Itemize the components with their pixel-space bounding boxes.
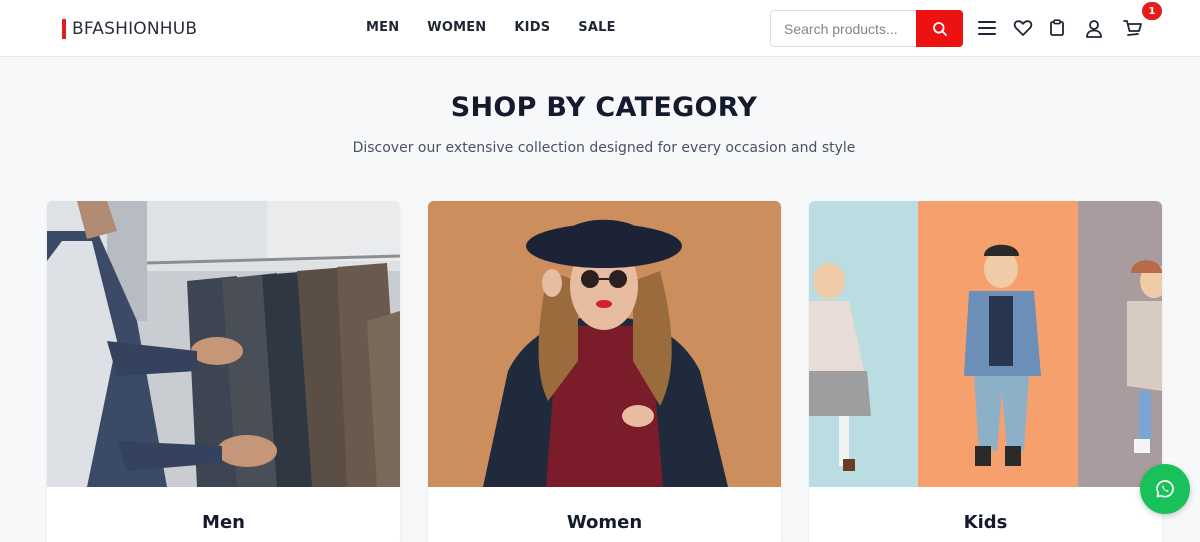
site-header: BFASHIONHUB MEN WOMEN KIDS SALE Search p…: [0, 0, 1200, 57]
main-nav: MEN WOMEN KIDS SALE: [366, 20, 644, 35]
clipboard-icon: [1050, 19, 1064, 36]
menu-icon: [978, 21, 996, 35]
search-input[interactable]: [770, 10, 916, 47]
nav-item-men[interactable]: MEN: [366, 20, 399, 35]
search-icon: [932, 21, 947, 36]
nav-item-women[interactable]: WOMEN: [427, 20, 486, 35]
user-icon: [1086, 19, 1102, 38]
account-button[interactable]: [1083, 17, 1105, 39]
heart-icon: [1013, 20, 1033, 36]
category-label-kids: Kids: [963, 512, 1008, 533]
category-card-women[interactable]: Women: [428, 201, 781, 542]
category-card-men[interactable]: Men: [47, 201, 400, 542]
wishlist-button[interactable]: [1012, 17, 1034, 39]
category-card-kids[interactable]: Kids: [809, 201, 1162, 542]
brand-name: BFASHIONHUB: [72, 19, 198, 39]
search-bar: [770, 10, 963, 47]
whatsapp-icon: [1156, 480, 1174, 498]
cart-button[interactable]: [1122, 17, 1144, 39]
section-title: SHOP BY CATEGORY: [450, 92, 758, 123]
category-label-men: Men: [202, 512, 245, 533]
whatsapp-button[interactable]: [1140, 464, 1190, 514]
section-subtitle: Discover our extensive collection design…: [352, 140, 856, 156]
category-image-men: [47, 201, 400, 487]
logo-accent-bar: [62, 19, 66, 39]
brand-logo[interactable]: BFASHIONHUB: [62, 19, 197, 39]
orders-button[interactable]: [1046, 17, 1068, 39]
search-button[interactable]: [916, 10, 963, 47]
nav-item-kids[interactable]: KIDS: [514, 20, 550, 35]
menu-button[interactable]: [976, 17, 998, 39]
cart-count-badge: 1: [1142, 2, 1162, 20]
cart-icon: [1123, 20, 1142, 36]
category-image-kids: [809, 201, 1162, 487]
category-image-women: [428, 201, 781, 487]
nav-item-sale[interactable]: SALE: [578, 20, 615, 35]
category-label-women: Women: [566, 512, 643, 533]
